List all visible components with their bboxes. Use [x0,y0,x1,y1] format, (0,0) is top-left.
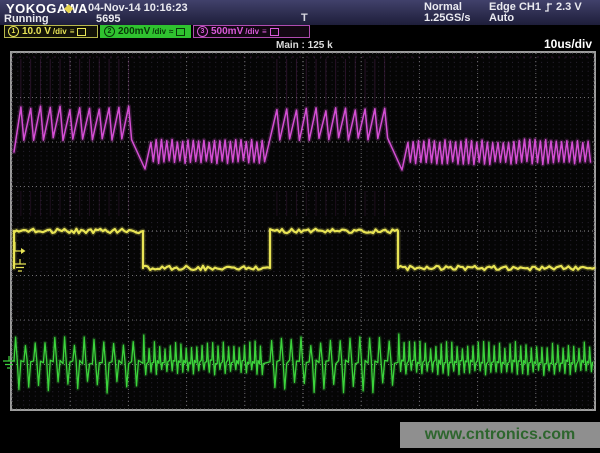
channel-2-number-icon: 2 [104,26,115,37]
ch1-position-marker [15,242,26,254]
channel-1-number-icon: 1 [8,26,19,37]
rising-edge-icon [544,1,553,13]
header-bar: YOKOGAWA ◆ 04-Nov-14 10:16:23 Running 56… [0,0,600,25]
timebase-label: 10us/div [544,37,592,51]
channel-3-coupling-icon: ≡ [262,27,267,36]
watermark-text: www.cntronics.com [425,426,576,444]
channel-2-coupling-icon: ≈ [169,27,173,36]
channel-2-per-div: /div [152,27,166,36]
sample-rate-label: 1.25GS/s [424,12,470,24]
channel-1-scale: 10.0 V [22,26,51,37]
channel-2-scale: 200mV [118,26,150,37]
trigger-position-marker: T [301,12,308,24]
channel-3-number-icon: 3 [197,26,208,37]
channel-2-box: 2 200mV/div ≈ [100,25,191,38]
trigger-sweep-label: Auto [489,12,514,24]
channel-1-per-div: /div [53,27,67,36]
acquisition-count: 5695 [96,13,120,25]
waveform-canvas [12,53,594,409]
channel-2-probe-icon [176,28,185,36]
channel-3-probe-icon [270,28,279,36]
channel-3-per-div: /div [245,27,259,36]
waveform-display-area [10,51,596,411]
watermark-link[interactable]: www.cntronics.com [400,422,600,448]
brand-diamond-icon: ◆ [64,1,73,15]
channel-1-box: 1 10.0 V/div ≡ [4,25,98,38]
channel-1-probe-icon [77,28,86,36]
acquisition-status: Running [4,13,49,25]
channel-3-box: 3 500mV/div ≡ [193,25,310,38]
record-length-label: Main : 125 k [276,40,333,51]
trigger-level-text: 2.3 V [556,1,582,13]
oscilloscope-screen: YOKOGAWA ◆ 04-Nov-14 10:16:23 Running 56… [0,0,600,453]
channel-3-scale: 500mV [211,26,243,37]
persistence-artifacts [12,57,594,216]
channel-1-coupling-icon: ≡ [70,27,75,36]
